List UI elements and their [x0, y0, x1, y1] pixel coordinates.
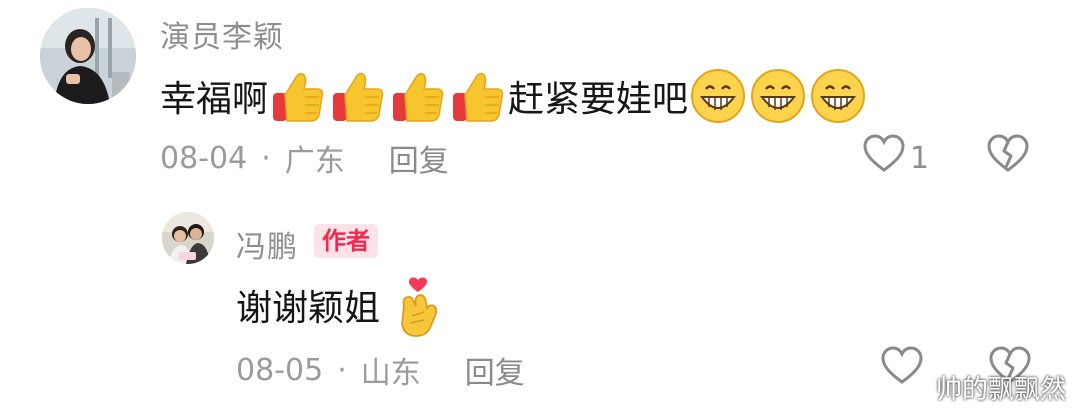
reply-item: 冯鹏 作者 谢谢颖姐 08-05 · 山东 回复: [0, 200, 1080, 420]
comment-location: 广东: [284, 144, 345, 179]
reply-text-body: 谢谢颖姐: [236, 288, 381, 329]
finger-heart-emoji: [390, 276, 448, 337]
heart-outline-icon: [862, 134, 906, 182]
watermark: 帅的飘飘然: [935, 375, 1066, 405]
thumbs-up-emoji: [389, 67, 447, 125]
comment-text: 幸福啊 赶紧要娃吧: [160, 64, 868, 128]
heart-outline-icon: [880, 346, 924, 394]
reply-button[interactable]: 回复: [389, 136, 449, 180]
reply-date: 08-05: [236, 352, 324, 388]
broken-heart-icon: [986, 134, 1030, 182]
meta-separator: ·: [337, 352, 347, 388]
dislike-button[interactable]: [986, 134, 1030, 182]
thumbs-up-emoji: [269, 67, 327, 125]
reply-text: 谢谢颖姐: [236, 274, 449, 337]
like-button[interactable]: [880, 346, 924, 394]
grinning-emoji: [749, 67, 807, 125]
reply-button[interactable]: 回复: [465, 348, 525, 392]
comment-date: 08-04: [160, 140, 248, 176]
reply-location: 山东: [360, 356, 421, 391]
author-badge: 作者: [314, 224, 378, 258]
grinning-emoji: [689, 67, 747, 125]
meta-separator: ·: [261, 140, 271, 176]
thumbs-up-emoji: [449, 67, 507, 125]
like-count: 1: [910, 140, 930, 176]
avatar[interactable]: [162, 212, 214, 264]
avatar[interactable]: [40, 8, 136, 104]
like-button[interactable]: 1: [862, 134, 930, 182]
comment-text-part-1: 幸福啊: [160, 79, 269, 120]
comment-text-part-2: 赶紧要娃吧: [508, 79, 689, 120]
reply-username[interactable]: 冯鹏: [236, 222, 298, 266]
comment-meta: 08-04 · 广东 回复: [160, 136, 449, 180]
grinning-emoji: [809, 67, 867, 125]
thumbs-up-emoji: [329, 67, 387, 125]
comment-item: 演员李颖 幸福啊 赶紧要娃吧 08-04 · 广东 回复 1: [0, 0, 1080, 200]
reply-meta: 08-05 · 山东 回复: [236, 348, 525, 392]
comment-username[interactable]: 演员李颖: [160, 12, 284, 56]
